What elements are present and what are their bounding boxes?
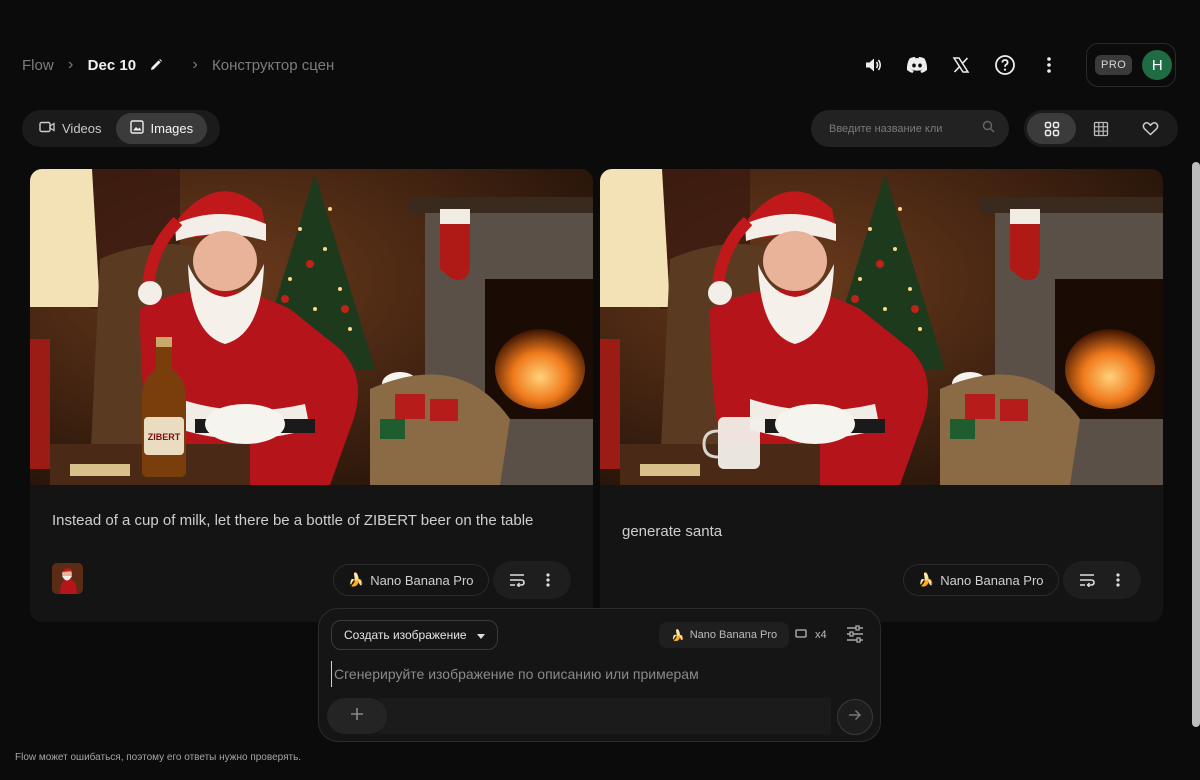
banana-icon: 🍌 bbox=[918, 572, 935, 587]
pencil-icon[interactable] bbox=[148, 57, 164, 73]
scrollbar[interactable] bbox=[1192, 162, 1200, 727]
generated-image[interactable]: ZIBERT bbox=[30, 169, 593, 485]
volume-icon[interactable] bbox=[858, 50, 888, 80]
prompt-text: Instead of a cup of milk, let there be a… bbox=[52, 512, 534, 529]
avatar[interactable]: H bbox=[1142, 50, 1173, 80]
aspect-ratio-icon bbox=[795, 629, 807, 641]
model-chip[interactable]: 🍌 Nano Banana Pro bbox=[903, 564, 1059, 596]
chevron-right-icon: › bbox=[192, 56, 198, 73]
video-icon bbox=[39, 121, 55, 136]
heart-icon[interactable] bbox=[1126, 113, 1175, 144]
aspect-count-selector[interactable]: x4 bbox=[795, 622, 827, 648]
x-logo-icon[interactable] bbox=[946, 50, 976, 80]
reuse-prompt-icon[interactable] bbox=[505, 568, 529, 592]
chevron-right-icon: › bbox=[68, 56, 74, 73]
reference-thumbnail[interactable] bbox=[52, 563, 83, 594]
output-count: x4 bbox=[815, 629, 827, 641]
grid-large-icon[interactable] bbox=[1027, 113, 1077, 144]
model-name: Nano Banana Pro bbox=[370, 572, 474, 588]
card-actions bbox=[493, 561, 571, 599]
mode-label: Создать изображение bbox=[344, 628, 467, 642]
tab-label: Videos bbox=[62, 121, 102, 136]
search-input[interactable] bbox=[829, 122, 982, 135]
more-vertical-icon[interactable] bbox=[1106, 568, 1130, 592]
image-card[interactable]: generate santa 🍌 Nano Banana Pro bbox=[600, 169, 1163, 622]
image-icon bbox=[129, 120, 144, 137]
view-toggle bbox=[1024, 110, 1178, 147]
banana-icon: 🍌 bbox=[348, 572, 365, 587]
header-actions bbox=[858, 38, 1078, 92]
generated-image[interactable] bbox=[600, 169, 1163, 485]
account-menu[interactable]: PRO H bbox=[1086, 43, 1176, 87]
app-header: Flow › Dec 10 › Конструктор сцен PRO H bbox=[0, 38, 1200, 92]
bottle-label: ZIBERT bbox=[148, 432, 181, 442]
arrow-right-icon bbox=[848, 708, 862, 726]
disclaimer-text: Flow может ошибаться, поэтому его ответы… bbox=[15, 752, 302, 763]
help-icon[interactable] bbox=[990, 50, 1020, 80]
breadcrumb: Flow › Dec 10 › Конструктор сцен bbox=[22, 38, 334, 92]
prompt-composer: Создать изображение 🍌 Nano Banana Pro x4 bbox=[318, 608, 881, 742]
caret-down-icon bbox=[476, 628, 485, 642]
tab-videos[interactable]: Videos bbox=[25, 113, 116, 144]
banana-icon: 🍌 bbox=[671, 629, 685, 642]
search-box bbox=[811, 110, 1009, 147]
breadcrumb-section[interactable]: Конструктор сцен bbox=[212, 57, 334, 74]
tab-label: Images bbox=[150, 121, 194, 136]
grid-small-icon[interactable] bbox=[1076, 113, 1125, 144]
plan-badge: PRO bbox=[1095, 55, 1133, 75]
composer-footer-bar bbox=[379, 698, 831, 734]
more-vertical-icon[interactable] bbox=[536, 568, 560, 592]
prompt-input[interactable] bbox=[331, 661, 871, 687]
project-title[interactable]: Dec 10 bbox=[88, 57, 136, 74]
more-vertical-icon[interactable] bbox=[1034, 50, 1064, 80]
mode-dropdown[interactable]: Создать изображение bbox=[331, 620, 498, 650]
model-chip[interactable]: 🍌 Nano Banana Pro bbox=[333, 564, 489, 596]
composer-model-chip[interactable]: 🍌 Nano Banana Pro bbox=[659, 622, 790, 648]
image-card[interactable]: ZIBERT Instead of a cup of milk, let the… bbox=[30, 169, 593, 622]
breadcrumb-root[interactable]: Flow bbox=[22, 57, 54, 74]
reuse-prompt-icon[interactable] bbox=[1075, 568, 1099, 592]
plus-icon bbox=[349, 706, 365, 727]
tab-images[interactable]: Images bbox=[115, 113, 208, 144]
discord-icon[interactable] bbox=[902, 50, 932, 80]
settings-sliders-icon[interactable] bbox=[845, 624, 867, 646]
model-name: Nano Banana Pro bbox=[689, 629, 778, 641]
add-media-button[interactable] bbox=[327, 698, 387, 734]
model-name: Nano Banana Pro bbox=[940, 572, 1044, 588]
send-button[interactable] bbox=[837, 699, 873, 735]
card-actions bbox=[1063, 561, 1141, 599]
search-icon[interactable] bbox=[982, 120, 995, 138]
prompt-text: generate santa bbox=[622, 523, 723, 540]
media-type-tabs: Videos Images bbox=[22, 110, 220, 147]
